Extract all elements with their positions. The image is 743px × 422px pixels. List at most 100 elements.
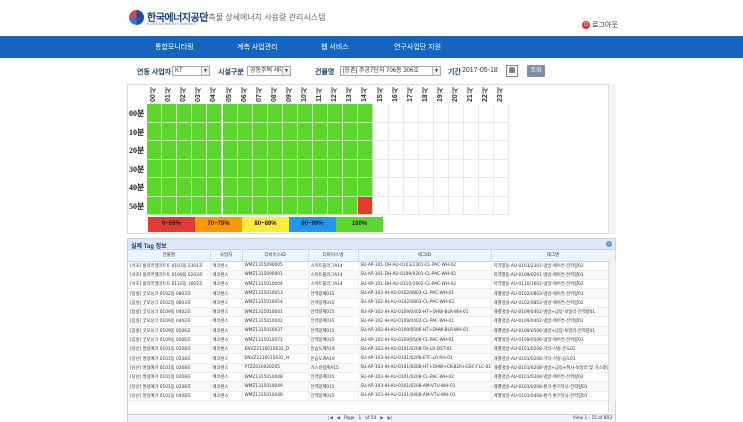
- grid-cell[interactable]: [449, 159, 465, 178]
- table-row[interactable]: [당산] 쌍용예가 0101동 0208호 에코센스 PTZ2016020265 가스…: [128, 363, 616, 374]
- grid-cell[interactable]: [464, 196, 480, 215]
- grid-cell[interactable]: [479, 196, 495, 215]
- grid-cell[interactable]: [267, 196, 283, 215]
- grid-cell[interactable]: [267, 178, 283, 197]
- grid-cell[interactable]: [358, 159, 374, 178]
- grid-cell[interactable]: [177, 104, 193, 123]
- grid-cell[interactable]: [479, 159, 495, 178]
- table-row[interactable]: [서초] 홍라키엘라트트 0109동 0203호 에코센스 WMZ131509000…: [128, 270, 616, 281]
- grid-cell[interactable]: [418, 122, 434, 141]
- grid-cell[interactable]: [479, 178, 495, 197]
- grid-cell[interactable]: [313, 159, 329, 178]
- grid-cell[interactable]: [237, 196, 253, 215]
- grid-cell[interactable]: [449, 141, 465, 160]
- grid-cell[interactable]: [418, 159, 434, 178]
- grid-cell[interactable]: [388, 178, 404, 197]
- grid-cell[interactable]: [313, 104, 329, 123]
- grid-cell[interactable]: [403, 196, 419, 215]
- page-input[interactable]: 1: [358, 416, 361, 421]
- grid-cell[interactable]: [494, 159, 510, 178]
- grid-cell[interactable]: [388, 122, 404, 141]
- grid-cell[interactable]: [433, 196, 449, 215]
- grid-cell[interactable]: [449, 178, 465, 197]
- nav-item-research[interactable]: 연구사업단 지원: [394, 42, 441, 52]
- grid-cell[interactable]: [252, 122, 268, 141]
- grid-cell[interactable]: [403, 159, 419, 178]
- operator-select[interactable]: KT ▼: [172, 66, 210, 76]
- grid-cell[interactable]: [358, 178, 374, 197]
- grid-cell[interactable]: [282, 178, 298, 197]
- grid-cell[interactable]: [162, 159, 178, 178]
- grid-cell[interactable]: [237, 141, 253, 160]
- grid-cell[interactable]: [418, 196, 434, 215]
- grid-cell[interactable]: [222, 141, 238, 160]
- table-row[interactable]: [잠실] 굿모닝크 0102동 0803호 에코센스 WMZ1315010054 전력…: [128, 298, 616, 309]
- last-page-icon[interactable]: ▶|: [388, 416, 393, 421]
- grid-cell[interactable]: [373, 122, 389, 141]
- grid-cell[interactable]: [192, 104, 208, 123]
- prev-page-icon[interactable]: ◀: [337, 416, 340, 421]
- grid-cell[interactable]: [298, 178, 314, 197]
- grid-cell[interactable]: [177, 122, 193, 141]
- grid-cell[interactable]: [298, 196, 314, 215]
- grid-cell[interactable]: [298, 159, 314, 178]
- grid-cell[interactable]: [418, 178, 434, 197]
- grid-cell[interactable]: [373, 159, 389, 178]
- grid-cell[interactable]: [147, 178, 163, 197]
- grid-cell[interactable]: [343, 178, 359, 197]
- col-header-building[interactable]: 건물명: [128, 250, 211, 262]
- grid-cell[interactable]: [343, 122, 359, 141]
- grid-cell[interactable]: [222, 104, 238, 123]
- grid-cell[interactable]: [282, 122, 298, 141]
- next-page-icon[interactable]: ▶: [380, 416, 383, 421]
- grid-cell[interactable]: [282, 141, 298, 160]
- grid-cell[interactable]: [192, 196, 208, 215]
- grid-cell[interactable]: [358, 122, 374, 141]
- grid-cell[interactable]: [252, 104, 268, 123]
- grid-cell[interactable]: [222, 159, 238, 178]
- grid-cell[interactable]: [237, 122, 253, 141]
- grid-cell[interactable]: [222, 122, 238, 141]
- grid-cell[interactable]: [328, 122, 344, 141]
- grid-cell[interactable]: [464, 178, 480, 197]
- grid-cell[interactable]: [373, 178, 389, 197]
- grid-cell[interactable]: [479, 141, 495, 160]
- grid-cell[interactable]: [494, 178, 510, 197]
- table-row[interactable]: [당산] 쌍용예가 0101동 0208호 에코센스 ENVZ2116010032_…: [128, 344, 616, 355]
- grid-cell[interactable]: [328, 159, 344, 178]
- grid-cell[interactable]: [252, 159, 268, 178]
- grid-cell[interactable]: [433, 159, 449, 178]
- collapse-icon[interactable]: –: [606, 241, 612, 247]
- grid-cell[interactable]: [282, 196, 298, 215]
- grid-cell[interactable]: [328, 104, 344, 123]
- grid-cell[interactable]: [192, 178, 208, 197]
- grid-cell[interactable]: [147, 196, 163, 215]
- grid-cell[interactable]: [358, 196, 374, 215]
- grid-cell[interactable]: [162, 104, 178, 123]
- first-page-icon[interactable]: |◀: [328, 416, 333, 421]
- table-row[interactable]: [서초] 홍라키엘라트트 0103동 2301호 에코센스 WMZ131509000…: [128, 261, 616, 271]
- calendar-icon[interactable]: ▦: [506, 65, 518, 77]
- grid-cell[interactable]: [433, 104, 449, 123]
- grid-cell[interactable]: [388, 196, 404, 215]
- grid-cell[interactable]: [298, 141, 314, 160]
- grid-cell[interactable]: [207, 104, 223, 123]
- grid-cell[interactable]: [177, 159, 193, 178]
- grid-scrollbar[interactable]: [608, 84, 616, 234]
- grid-cell[interactable]: [267, 159, 283, 178]
- grid-cell[interactable]: [162, 122, 178, 141]
- date-input[interactable]: 2017-05-18: [462, 67, 498, 74]
- grid-cell[interactable]: [418, 104, 434, 123]
- grid-cell[interactable]: [449, 104, 465, 123]
- col-header-tag-id[interactable]: 태그ID: [358, 250, 492, 262]
- table-row[interactable]: [당산] 쌍용예가 0101동 0408호 에코센스 WMZ1315010046 전력…: [128, 391, 616, 401]
- grid-cell[interactable]: [494, 122, 510, 141]
- grid-cell[interactable]: [403, 104, 419, 123]
- grid-cell[interactable]: [449, 196, 465, 215]
- grid-cell[interactable]: [479, 104, 495, 123]
- logout-button[interactable]: ⏻ 로그아웃: [582, 20, 618, 30]
- grid-cell[interactable]: [147, 159, 163, 178]
- grid-cell[interactable]: [147, 141, 163, 160]
- grid-cell[interactable]: [464, 141, 480, 160]
- grid-cell[interactable]: [373, 141, 389, 160]
